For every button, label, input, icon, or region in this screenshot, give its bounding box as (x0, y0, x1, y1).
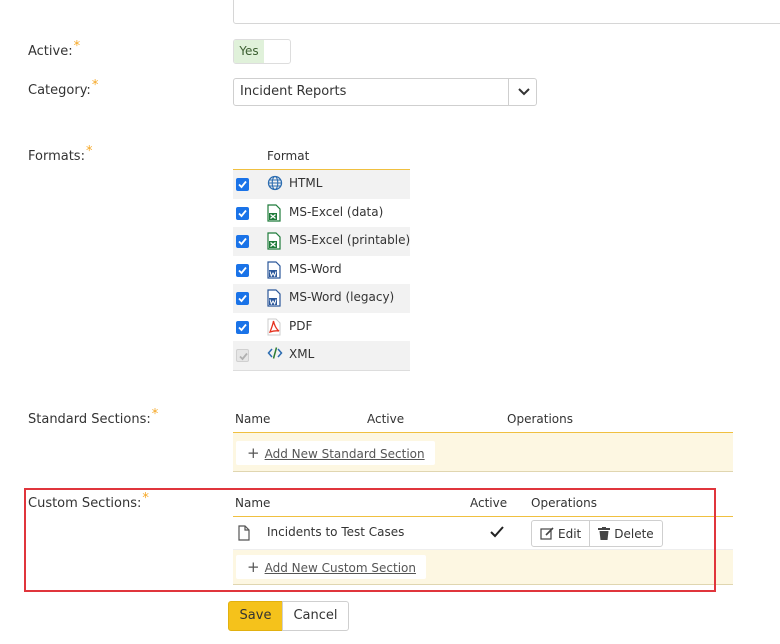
chevron-down-icon[interactable] (517, 87, 531, 97)
formats-label: Formats:* (28, 144, 93, 164)
active-toggle-value: Yes (234, 40, 264, 63)
format-row: MS-Word (legacy) (233, 284, 410, 313)
excel-icon (267, 232, 283, 250)
format-name: MS-Excel (data) (289, 204, 384, 219)
standard-sections-header: Name Active Operations (233, 406, 733, 433)
format-name: MS-Word (legacy) (289, 290, 395, 304)
column-operations: Operations (507, 412, 573, 426)
formats-table: Format HTML MS-Excel (data) MS-Excel (prin… (233, 143, 410, 371)
format-row: XML (233, 341, 410, 371)
plus-icon: + (247, 444, 260, 462)
formats-table-header: Format (233, 143, 410, 170)
column-active: Active (367, 412, 405, 426)
standard-sections-label: Standard Sections:* (28, 407, 159, 427)
word-icon (267, 289, 283, 307)
add-standard-section-button[interactable]: + Add New Standard Section (236, 441, 435, 465)
format-row: MS-Excel (data) (233, 199, 410, 228)
description-field[interactable] (233, 0, 780, 24)
format-row: MS-Excel (printable) (233, 227, 410, 256)
format-checkbox[interactable] (236, 235, 249, 248)
category-label: Category:* (28, 78, 99, 98)
format-checkbox (236, 349, 249, 362)
format-row: MS-Word (233, 256, 410, 285)
format-checkbox[interactable] (236, 320, 249, 334)
save-button[interactable]: Save (228, 601, 283, 631)
highlight-box (24, 488, 716, 592)
standard-sections-body: + Add New Standard Section (233, 433, 733, 472)
cancel-button[interactable]: Cancel (282, 601, 349, 631)
format-row: PDF (233, 313, 410, 342)
category-selected-value: Incident Reports (240, 84, 347, 99)
format-checkbox[interactable] (236, 263, 249, 277)
format-checkbox[interactable] (236, 178, 249, 191)
category-select[interactable]: Incident Reports (233, 78, 537, 106)
format-name: XML (289, 347, 315, 361)
format-name: PDF (289, 318, 313, 333)
format-row: HTML (233, 170, 410, 199)
format-checkbox[interactable] (236, 206, 249, 220)
format-name: MS-Excel (printable) (289, 233, 411, 247)
active-label: Active:* (28, 39, 81, 59)
column-name: Name (235, 412, 271, 426)
format-checkbox[interactable] (236, 292, 249, 305)
select-divider (508, 79, 509, 105)
format-name: MS-Word (289, 261, 342, 276)
globe-icon (267, 175, 283, 193)
standard-sections-table: Name Active Operations + Add New Standard… (233, 406, 733, 472)
code-icon (267, 346, 283, 364)
active-toggle[interactable]: Yes (233, 39, 291, 64)
format-name: HTML (289, 176, 323, 190)
word-icon (267, 260, 283, 279)
pdf-icon (267, 318, 283, 336)
excel-icon (267, 203, 283, 222)
